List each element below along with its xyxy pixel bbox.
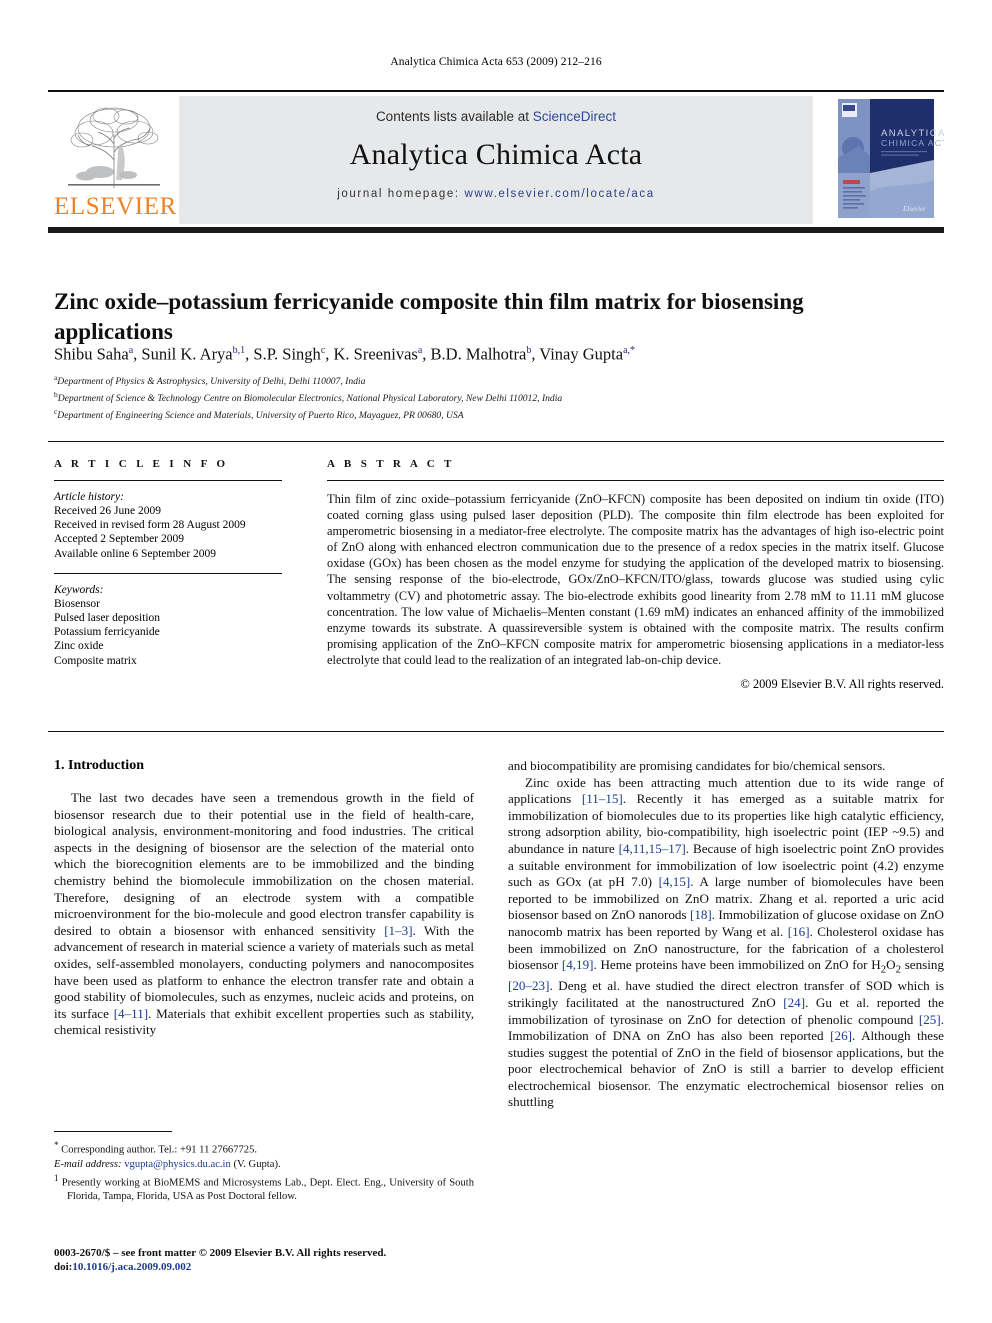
journal-title: Analytica Chimica Acta (349, 138, 643, 171)
citation-ref[interactable]: [4,11,15–17] (619, 841, 686, 856)
abstract-body: Thin film of zinc oxide–potassium ferric… (327, 492, 944, 667)
article-history-list: Received 26 June 2009 Received in revised… (54, 504, 282, 561)
abstract-heading: A B S T R A C T (327, 458, 455, 470)
affiliation-mark: a (54, 373, 58, 382)
body-column-left: 1. Introduction The last two decades hav… (54, 758, 474, 1039)
abstract-band-bottom-rule (48, 731, 944, 733)
citation-ref[interactable]: [4,19] (562, 957, 594, 972)
paragraph-carryover: and biocompatibility are promising candi… (508, 758, 886, 773)
article-history-label: Article history: (54, 491, 124, 503)
email-label: E-mail address: (54, 1158, 122, 1170)
elsevier-tree-icon (60, 100, 168, 192)
doi-link[interactable]: 10.1016/j.aca.2009.09.002 (72, 1261, 191, 1273)
footnote-mark-star: * (54, 1140, 59, 1150)
top-rule (48, 90, 944, 92)
contents-available-line: Contents lists available at ScienceDirec… (179, 109, 813, 124)
citation-ref[interactable]: [4,15] (659, 874, 691, 889)
citation-ref[interactable]: [26] (830, 1028, 852, 1043)
svg-text:Elsevier: Elsevier (902, 205, 926, 213)
running-head: Analytica Chimica Acta 653 (2009) 212–21… (390, 56, 602, 68)
affiliation-item: aDepartment of Physics & Astrophysics, U… (54, 373, 366, 388)
keyword-item: Zinc oxide (54, 640, 104, 653)
article-history-item: Received in revised form 28 August 2009 (54, 519, 246, 532)
citation-ref[interactable]: [20–23] (508, 978, 549, 993)
doi-label: doi: (54, 1261, 73, 1274)
svg-text:CHIMICA ACTA: CHIMICA ACTA (881, 138, 944, 148)
keyword-item: Pulsed laser deposition (54, 612, 161, 625)
issn-copyright-block: 0003-2670/$ – see front matter © 2009 El… (54, 1246, 484, 1274)
citation-ref[interactable]: [1–3] (384, 923, 412, 938)
citation-ref[interactable]: [18] (690, 907, 712, 922)
elsevier-wordmark: ELSEVIER (54, 193, 177, 220)
article-info-heading: A R T I C L E I N F O (54, 458, 229, 470)
abstract-divider (327, 480, 944, 481)
doi-line: doi:10.1016/j.aca.2009.09.002 (54, 1260, 484, 1274)
elsevier-logo: ELSEVIER (48, 96, 179, 224)
paragraph-zinc-oxide: Zinc oxide has been attracting much atte… (508, 774, 945, 1110)
affiliation-mark: c (54, 406, 58, 416)
citation-ref[interactable]: [16] (788, 924, 810, 939)
footnote-mark-one: 1 (54, 1173, 59, 1184)
footnote-rule (54, 1131, 172, 1133)
author-list: Shibu Sahaa, Sunil K. Aryab,1, S.P. Sing… (54, 344, 636, 364)
journal-cover-thumbnail: ANALYTICA CHIMICA ACTA Elsevier (829, 96, 944, 224)
footnote-present-address: 1 Presently working at BioMEMS and Micro… (54, 1173, 474, 1203)
issn-line: 0003-2670/$ – see front matter © 2009 El… (54, 1247, 387, 1259)
citation-ref[interactable]: [11–15] (582, 791, 623, 806)
homepage-prefix: journal homepage: (337, 188, 465, 200)
keywords-list: Biosensor Pulsed laser deposition Potassiu… (54, 597, 282, 668)
keywords-divider (54, 572, 282, 574)
paragraph-intro-left: The last two decades have seen a tremend… (54, 790, 475, 1038)
sciencedirect-link[interactable]: ScienceDirect (533, 109, 616, 124)
affiliation-list: aDepartment of Physics & Astrophysics, U… (54, 372, 944, 422)
affiliation-mark: b (54, 389, 58, 399)
abstract-column: A B S T R A C T Thin film of zinc oxide–… (327, 458, 944, 692)
article-info-column: A R T I C L E I N F O Article history: R… (54, 458, 282, 668)
footnote-corresponding-author: * Corresponding author. Tel.: +91 11 276… (54, 1140, 258, 1156)
citation-ref[interactable]: [4–11] (114, 1006, 148, 1021)
journal-header: ELSEVIER Contents lists available at Sci… (48, 96, 944, 224)
paper-page: Analytica Chimica Acta 653 (2009) 212–21… (0, 0, 992, 1323)
citation-ref[interactable]: [25] (919, 1012, 941, 1027)
keyword-item: Composite matrix (54, 654, 137, 667)
article-info-divider (54, 480, 282, 481)
section-heading-introduction: 1. Introduction (54, 758, 144, 773)
abstract-copyright: © 2009 Elsevier B.V. All rights reserved… (740, 677, 944, 692)
body-column-right: and biocompatibility are promising candi… (508, 758, 944, 1111)
citation-ref[interactable]: [24] (783, 995, 805, 1010)
affiliation-item: cDepartment of Engineering Science and M… (54, 406, 464, 421)
affiliation-item: bDepartment of Science & Technology Cent… (54, 389, 563, 404)
abstract-band-top-rule (48, 441, 944, 443)
journal-homepage-line: journal homepage: www.elsevier.com/locat… (179, 188, 813, 200)
article-history-item: Available online 6 September 2009 (54, 547, 217, 560)
article-history-item: Received 26 June 2009 (54, 505, 161, 517)
keywords-label: Keywords: (54, 583, 104, 596)
keyword-item: Biosensor (54, 597, 100, 610)
sciencedirect-panel: Contents lists available at ScienceDirec… (179, 96, 813, 224)
footnote-block: * Corresponding author. Tel.: +91 11 276… (54, 1139, 474, 1205)
header-thick-rule (48, 227, 944, 233)
page-title: Zinc oxide–potassium ferricyanide compos… (54, 289, 804, 345)
contents-prefix: Contents lists available at (375, 109, 533, 124)
article-history-item: Accepted 2 September 2009 (54, 533, 184, 546)
journal-homepage-link[interactable]: www.elsevier.com/locate/aca (465, 188, 655, 200)
footnote-email: E-mail address: vgupta@physics.du.ac.in … (54, 1158, 281, 1170)
keyword-item: Potassium ferricyanide (54, 626, 160, 639)
email-link[interactable]: vgupta@physics.du.ac.in (124, 1159, 231, 1170)
